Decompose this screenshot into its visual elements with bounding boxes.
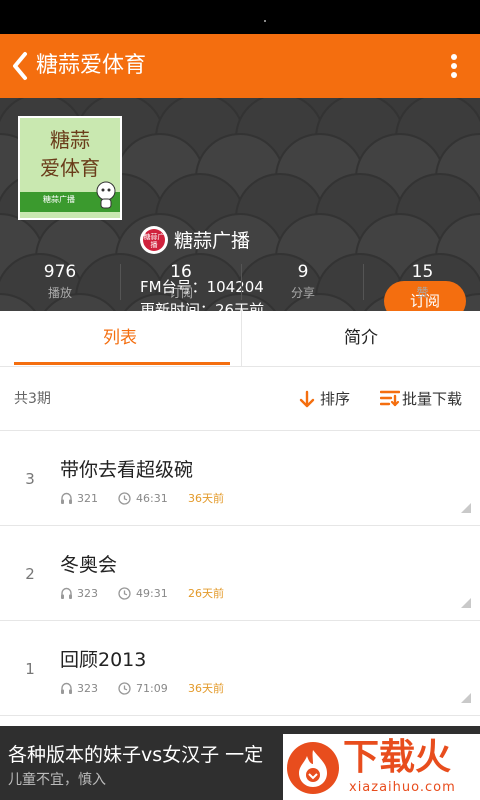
download-fire-icon bbox=[287, 742, 339, 794]
stats-bar: 976 播放 16 订阅 9 分享 15 赞 bbox=[0, 252, 480, 311]
host-avatar-text: 糖蒜广播 bbox=[143, 233, 165, 249]
stat-value: 976 bbox=[43, 262, 77, 282]
stat-plays: 976 播放 bbox=[0, 252, 121, 311]
stat-value: 16 bbox=[170, 262, 192, 282]
corner-indicator-icon bbox=[461, 503, 471, 513]
headphones-icon bbox=[61, 682, 72, 694]
stat-label: 订阅 bbox=[168, 286, 193, 300]
episode-duration: 46:31 bbox=[136, 492, 168, 505]
list-toolbar: 共3期 排序 批量下载 bbox=[0, 367, 480, 431]
episode-plays: 321 bbox=[77, 492, 98, 505]
episode-index: 3 bbox=[25, 470, 35, 488]
banner-subline: 儿童不宜，慎入 bbox=[8, 772, 106, 788]
episode-duration: 49:31 bbox=[136, 587, 168, 600]
program-cover: 糖蒜 爱体育 糖蒜广播 bbox=[18, 116, 122, 220]
page-title: 糖蒜爱体育 bbox=[36, 53, 147, 78]
episode-meta: 321 46:31 36天前 bbox=[60, 491, 320, 507]
episode-list: 3 带你去看超级碗 321 46:31 36天前 2 冬奥会 323 49:31 26天前 1 回顾2… bbox=[0, 431, 480, 716]
arrow-down-icon bbox=[299, 390, 315, 408]
watermark-url: xiazaihuo.com bbox=[349, 780, 456, 795]
tab-intro-label: 简介 bbox=[344, 328, 378, 348]
episode-index: 1 bbox=[25, 660, 35, 678]
episode-count: 共3期 bbox=[14, 391, 51, 407]
status-bar bbox=[0, 0, 480, 34]
headphones-icon bbox=[61, 492, 72, 504]
cover-title-line2: 爱体育 bbox=[40, 156, 100, 180]
stat-value: 9 bbox=[297, 262, 309, 282]
stat-label: 赞 bbox=[416, 286, 429, 300]
headphones-icon bbox=[61, 587, 72, 599]
corner-indicator-icon bbox=[461, 693, 471, 703]
sort-label: 排序 bbox=[320, 390, 351, 408]
clock-icon bbox=[118, 587, 131, 600]
clock-icon bbox=[118, 682, 131, 695]
app-bar: 糖蒜爱体育 bbox=[0, 34, 480, 98]
episode-title: 带你去看超级碗 bbox=[60, 459, 194, 481]
episode-duration: 71:09 bbox=[136, 682, 168, 695]
episode-updated: 26天前 bbox=[188, 587, 224, 600]
stat-subscriptions: 16 订阅 bbox=[121, 252, 242, 311]
watermark-text: 下载火 bbox=[343, 737, 452, 778]
episode-row[interactable]: 1 回顾2013 323 71:09 36天前 bbox=[0, 621, 480, 716]
episode-plays: 323 bbox=[77, 682, 98, 695]
stat-label: 分享 bbox=[290, 286, 315, 300]
stat-value: 15 bbox=[411, 262, 434, 282]
corner-indicator-icon bbox=[461, 598, 471, 608]
more-vertical-icon[interactable] bbox=[440, 48, 468, 84]
batch-download-icon bbox=[380, 390, 400, 407]
stat-likes: 15 赞 bbox=[365, 252, 480, 311]
watermark-logo: 下载火 xiazaihuo.com bbox=[283, 734, 480, 800]
tab-list[interactable]: 列表 bbox=[0, 311, 240, 367]
episode-index: 2 bbox=[25, 565, 35, 583]
episode-row[interactable]: 2 冬奥会 323 49:31 26天前 bbox=[0, 526, 480, 621]
chevron-left-icon[interactable] bbox=[6, 48, 36, 84]
episode-plays: 323 bbox=[77, 587, 98, 600]
ad-banner[interactable]: 各种版本的妹子vs女汉子 一定 儿童不宜，慎入 下载火 xiazaihuo.co… bbox=[0, 726, 480, 800]
mascot-icon bbox=[96, 181, 116, 209]
tab-bar: 列表 简介 bbox=[0, 311, 480, 367]
stat-label: 播放 bbox=[47, 286, 72, 300]
cover-title-line1: 糖蒜 bbox=[50, 128, 90, 152]
episode-updated: 36天前 bbox=[188, 682, 224, 695]
tab-intro[interactable]: 简介 bbox=[242, 311, 480, 367]
clock-icon bbox=[118, 492, 131, 505]
episode-updated: 36天前 bbox=[188, 492, 224, 505]
host-avatar[interactable]: 糖蒜广播 bbox=[140, 226, 168, 254]
stat-shares: 9 分享 bbox=[243, 252, 364, 311]
host-name[interactable]: 糖蒜广播 bbox=[174, 228, 250, 254]
cover-strip-text: 糖蒜广播 bbox=[43, 195, 75, 204]
episode-row[interactable]: 3 带你去看超级碗 321 46:31 36天前 bbox=[0, 431, 480, 526]
banner-headline: 各种版本的妹子vs女汉子 一定 bbox=[8, 744, 264, 766]
episode-title: 冬奥会 bbox=[60, 554, 118, 576]
episode-meta: 323 49:31 26天前 bbox=[60, 586, 320, 602]
batch-download-label: 批量下载 bbox=[402, 390, 463, 408]
episode-meta: 323 71:09 36天前 bbox=[60, 681, 320, 697]
tab-list-label: 列表 bbox=[103, 328, 137, 348]
episode-title: 回顾2013 bbox=[60, 649, 147, 671]
